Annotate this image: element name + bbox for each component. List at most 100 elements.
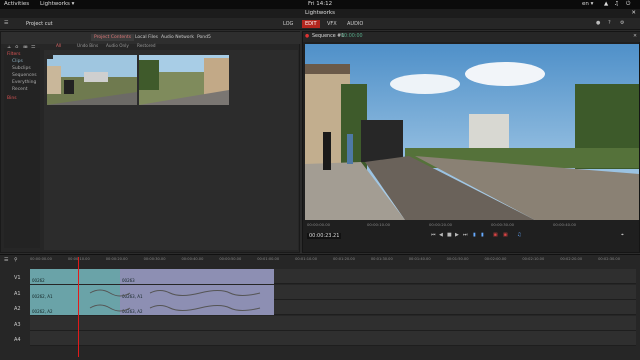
viewer-ruler-tick: 00:00:00.00 [307,222,331,227]
tab-log[interactable]: LOG [280,20,296,28]
audio-icon[interactable]: ♫ [517,232,521,238]
app-toolbar: ☰ Project cut LOG EDIT VFX AUDIO ● ? ⚙ [0,18,640,30]
play-icon[interactable]: ▶ [455,232,459,238]
viewer-ruler-tick: 00:00:30.00 [491,222,515,227]
timeline-ruler-tick: 00:00:40.00 [181,257,204,261]
bins-sidebar: Filters Clips Subclips Sequences Everyth… [4,48,40,248]
timeline-search-icon[interactable]: ⚲ [14,257,18,263]
stop-icon[interactable]: ■ [447,232,452,238]
go-end-icon[interactable]: ⏭ [463,232,468,238]
viewer-ruler: 00:00:00.00 00:00:10.00 00:00:20.00 00:0… [305,222,639,228]
sidebar-item-recent[interactable]: Recent [12,87,28,92]
viewer-title: Sequence #1 [312,34,345,39]
sidebar-item-sequences[interactable]: Sequences [12,73,37,78]
timeline-ruler-tick: 00:00:00.00 [30,257,52,261]
bins-heading: Bins [7,96,17,101]
thumb-label [47,55,53,59]
window-title-bar: Lightworks ✕ [0,9,640,18]
subtab-all[interactable]: All [56,43,61,48]
track-label-a1[interactable]: A1 [14,291,21,297]
menu-icon[interactable]: ☰ [4,20,8,26]
tab-audio-network[interactable]: Audio Network [161,35,194,40]
timeline-ruler-tick: 00:01:50.00 [446,257,469,261]
clock[interactable]: Fri 14:12 [308,1,332,7]
timeline-ruler-tick: 00:01:20.00 [333,257,355,261]
viewer-ruler-tick: 00:00:40.00 [553,222,577,227]
playhead[interactable] [78,257,80,357]
tab-edit[interactable]: EDIT [302,20,320,28]
viewer-header: ● Sequence #1 00:00:00 ✕ [303,32,640,42]
timeline-menu-icon[interactable]: ☰ [4,257,8,263]
close-icon[interactable]: ✕ [631,9,636,18]
subtab-undo-bins[interactable]: Undo Bins [77,43,98,48]
record-icon[interactable]: ● [596,20,600,26]
replace-icon[interactable]: ▣ [503,232,508,238]
tab-project-contents[interactable]: Project Contents [91,34,135,41]
locale-menu[interactable]: en ▾ [582,1,593,7]
timeline-ruler-tick: 00:02:10.00 [522,257,545,261]
tab-pond5[interactable]: Pond5 [197,35,211,40]
network-icon[interactable]: ▲ [604,1,608,7]
timeline-ruler[interactable]: 00:00:00.0000:00:10.0000:00:20.0000:00:3… [30,255,636,265]
clip-thumbnail-00263[interactable] [139,55,229,105]
viewer-timecode[interactable]: 00:00:23.21 [307,233,342,239]
video-frame [305,44,639,220]
timeline-ruler-tick: 00:01:10.00 [295,257,317,261]
track-a3 [30,316,636,331]
app-menu[interactable]: Lightworks ▾ [40,1,74,7]
track-label-a2[interactable]: A2 [14,306,21,312]
viewer-close-icon[interactable]: ✕ [633,32,637,42]
track-a4 [30,331,636,346]
tab-local-files[interactable]: Local Files [135,35,158,40]
track-label-a4[interactable]: A4 [14,337,21,343]
timeline-ruler-tick: 00:02:30.00 [598,257,620,261]
clip-thumbnail-00262[interactable] [47,55,137,105]
tab-vfx[interactable]: VFX [324,20,340,28]
fullscreen-icon[interactable]: ⌖ [621,232,624,238]
filters-heading: Filters [7,52,21,57]
track-label-v1[interactable]: V1 [14,275,21,281]
timeline-ruler-tick: 00:02:00.00 [484,257,507,261]
mark-out-icon[interactable]: ▮ [481,232,484,238]
timeline-ruler-tick: 00:00:30.00 [143,257,166,261]
settings-icon[interactable]: ⚙ [620,20,624,26]
timeline-ruler-tick: 00:00:20.00 [105,257,128,261]
audio-waveform [89,289,261,312]
track-label-a3[interactable]: A3 [14,322,21,328]
track-v1: 00262 00263 [30,269,636,284]
clip-label: 00263 [122,278,135,283]
clip-thumbnails [47,55,229,105]
help-icon[interactable]: ? [608,20,611,26]
sidebar-item-subclips[interactable]: Subclips [12,66,31,71]
timeline-ruler-tick: 00:01:00.00 [257,257,280,261]
transport-bar: 00:00:23.21 ⏮ ◀ ■ ▶ ⏭ ▮ ▮ ▣ ▣ ♫ ⌖ [305,230,639,244]
tab-audio[interactable]: AUDIO [344,20,366,28]
sidebar-item-clips[interactable]: Clips [12,59,23,64]
clip-v1-00263[interactable]: 00263 [120,269,274,284]
volume-icon[interactable]: ♫ [614,1,619,7]
window-title: Lightworks [305,10,335,16]
mark-in-icon[interactable]: ▮ [473,232,476,238]
subtab-audio-only[interactable]: Audio Only [106,43,129,48]
timeline-ruler-tick: 00:01:30.00 [370,257,393,261]
viewer-ruler-tick: 00:00:20.00 [429,222,453,227]
project-title: Project cut [26,21,53,27]
activities-button[interactable]: Activities [4,1,29,7]
system-top-bar: Activities Lightworks ▾ Fri 14:12 en ▾ ▲… [0,0,640,9]
sidebar-item-everything[interactable]: Everything [12,80,36,85]
timeline-panel: ☰ ⚲ 00:00:00.0000:00:10.0000:00:20.0000:… [0,254,640,360]
record-dot-icon: ● [305,34,310,39]
power-icon[interactable]: ⏻ [626,1,630,8]
step-back-icon[interactable]: ◀ [439,232,443,238]
subtab-restored[interactable]: Restored [137,43,156,48]
sequence-viewer: ● Sequence #1 00:00:00 ✕ 00:00:00.00 00:… [302,31,640,253]
bin-content-area [44,50,298,250]
clip-label: 00262 [32,278,45,283]
insert-icon[interactable]: ▣ [493,232,498,238]
timeline-ruler-tick: 00:00:50.00 [219,257,242,261]
go-start-icon[interactable]: ⏮ [431,232,436,238]
viewer-ruler-tick: 00:00:10.00 [367,222,391,227]
timeline-ruler-tick: 00:02:20.00 [560,257,583,261]
clip-v1-00262[interactable]: 00262 [30,269,120,284]
viewer-timecode-badge: 00:00:00 [341,34,363,39]
